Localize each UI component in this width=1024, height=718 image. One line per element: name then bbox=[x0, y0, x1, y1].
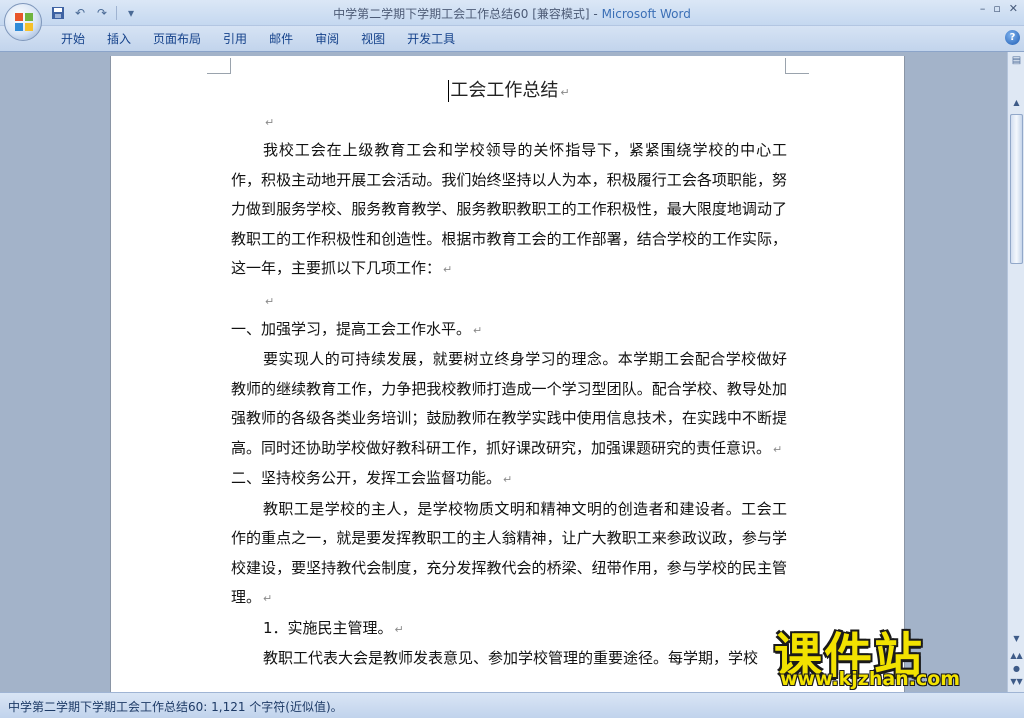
document-workspace: 工会工作总结 ↵ ↵ 我校工会在上级教育工会和学校领导的关怀指导下，紧紧围绕学校的中… bbox=[0, 52, 1007, 692]
ribbon-tab[interactable]: 开始 bbox=[50, 30, 96, 48]
browse-object-icon[interactable]: ● bbox=[1009, 663, 1024, 675]
scroll-thumb[interactable] bbox=[1010, 114, 1023, 264]
status-word-count[interactable]: 中学第二学期下学期工会工作总结60: 1,121 个字符(近似值)。 bbox=[8, 698, 343, 715]
status-bar: 中学第二学期下学期工会工作总结60: 1,121 个字符(近似值)。 bbox=[0, 692, 1024, 718]
restore-icon[interactable]: ▫ bbox=[993, 2, 1000, 15]
paragraph-mark-icon: ↵ bbox=[263, 592, 273, 605]
paragraph-mark-icon: ↵ bbox=[265, 294, 275, 308]
section-heading: 一、加强学习，提高工会工作水平。 ↵ bbox=[231, 315, 787, 346]
body-paragraph: 教职工代表大会是教师发表意见、参加学校管理的重要途径。每学期，学校 bbox=[231, 644, 787, 674]
margin-corner-top-left bbox=[207, 58, 231, 74]
empty-paragraph: ↵ bbox=[231, 285, 787, 315]
paragraph-text: 要实现人的可持续发展，就要树立终身学习的理念。本学期工会配合学校做好教师的继续教… bbox=[231, 350, 787, 457]
paragraph-text: 一、加强学习，提高工会工作水平。 bbox=[231, 319, 472, 338]
paragraph-text: 1．实施民主管理。 bbox=[263, 618, 393, 637]
minimize-icon[interactable]: – bbox=[980, 2, 986, 15]
close-icon[interactable]: ✕ bbox=[1009, 2, 1018, 15]
paragraph-text: 教职工代表大会是教师发表意见、参加学校管理的重要途径。每学期，学校 bbox=[263, 649, 759, 667]
document-title-name: 中学第二学期下学期工会工作总结60 [兼容模式] bbox=[333, 7, 590, 21]
previous-page-icon[interactable]: ▲▲ bbox=[1009, 650, 1024, 662]
ribbon-tab[interactable]: 开发工具 bbox=[396, 30, 466, 48]
paragraph-mark-icon: ↵ bbox=[560, 86, 570, 99]
title-bar: ↶ ↷ ▾ 中学第二学期下学期工会工作总结60 [兼容模式] - Microso… bbox=[0, 0, 1024, 41]
vertical-scrollbar[interactable]: ▤ ▲ ▼ ▲▲ ● ▼▼ bbox=[1007, 52, 1024, 692]
window-controls: – ▫ ✕ bbox=[980, 2, 1018, 15]
body-paragraph: 教职工是学校的主人，是学校物质文明和精神文明的创造者和建设者。工会工作的重点之一… bbox=[231, 495, 787, 614]
ribbon: 开始 插入 页面布局 引用 邮件 审阅 视图 开发工具 ? bbox=[0, 26, 1024, 52]
body-paragraph: 我校工会在上级教育工会和学校领导的关怀指导下，紧紧围绕学校的中心工作，积极主动地… bbox=[231, 136, 787, 285]
paragraph-mark-icon: ↵ bbox=[503, 473, 513, 486]
next-page-icon[interactable]: ▼▼ bbox=[1009, 676, 1024, 688]
document-page[interactable]: 工会工作总结 ↵ ↵ 我校工会在上级教育工会和学校领导的关怀指导下，紧紧围绕学校的中… bbox=[110, 56, 905, 692]
ribbon-tab[interactable]: 邮件 bbox=[258, 30, 304, 48]
paragraph-mark-icon: ↵ bbox=[394, 622, 404, 636]
paragraph-mark-icon: ↵ bbox=[443, 263, 453, 276]
paragraph-text: 教职工是学校的主人，是学校物质文明和精神文明的创造者和建设者。工会工作的重点之一… bbox=[231, 499, 787, 607]
title-separator: - bbox=[589, 7, 602, 21]
application-name: Microsoft Word bbox=[601, 7, 691, 21]
office-button[interactable] bbox=[4, 3, 42, 41]
office-button-icon bbox=[15, 13, 33, 31]
paragraph-mark-icon: ↵ bbox=[473, 323, 483, 337]
document-heading-text: 工会工作总结 bbox=[450, 80, 559, 101]
subsection-heading: 1．实施民主管理。 ↵ bbox=[231, 614, 787, 645]
empty-paragraph: ↵ bbox=[231, 106, 787, 136]
ribbon-tab[interactable]: 引用 bbox=[212, 30, 258, 48]
section-heading: 二、坚持校务公开，发挥工会监督功能。 ↵ bbox=[231, 464, 787, 495]
margin-corner-top-right bbox=[785, 58, 809, 74]
body-paragraph: 要实现人的可持续发展，就要树立终身学习的理念。本学期工会配合学校做好教师的继续教… bbox=[231, 345, 787, 464]
paragraph-mark-icon: ↵ bbox=[773, 442, 783, 456]
ribbon-tab[interactable]: 视图 bbox=[350, 30, 396, 48]
paragraph-text: 我校工会在上级教育工会和学校领导的关怀指导下，紧紧围绕学校的中心工作，积极主动地… bbox=[231, 141, 787, 277]
ruler-toggle-icon[interactable]: ▤ bbox=[1009, 55, 1024, 69]
ribbon-tabs: 开始 插入 页面布局 引用 邮件 审阅 视图 开发工具 bbox=[50, 30, 466, 48]
help-icon[interactable]: ? bbox=[1005, 30, 1020, 45]
paragraph-mark-icon: ↵ bbox=[265, 116, 275, 129]
scroll-up-icon[interactable]: ▲ bbox=[1009, 96, 1024, 110]
ribbon-tab[interactable]: 页面布局 bbox=[142, 30, 212, 48]
scroll-down-icon[interactable]: ▼ bbox=[1009, 632, 1024, 646]
window-title: 中学第二学期下学期工会工作总结60 [兼容模式] - Microsoft Wor… bbox=[0, 5, 1024, 22]
document-body[interactable]: 工会工作总结 ↵ ↵ 我校工会在上级教育工会和学校领导的关怀指导下，紧紧围绕学校的中… bbox=[231, 76, 787, 674]
ribbon-tab[interactable]: 插入 bbox=[96, 30, 142, 48]
document-heading: 工会工作总结 ↵ bbox=[231, 76, 787, 106]
paragraph-text: 二、坚持校务公开，发挥工会监督功能。 bbox=[231, 469, 502, 487]
ribbon-tab[interactable]: 审阅 bbox=[304, 30, 350, 48]
